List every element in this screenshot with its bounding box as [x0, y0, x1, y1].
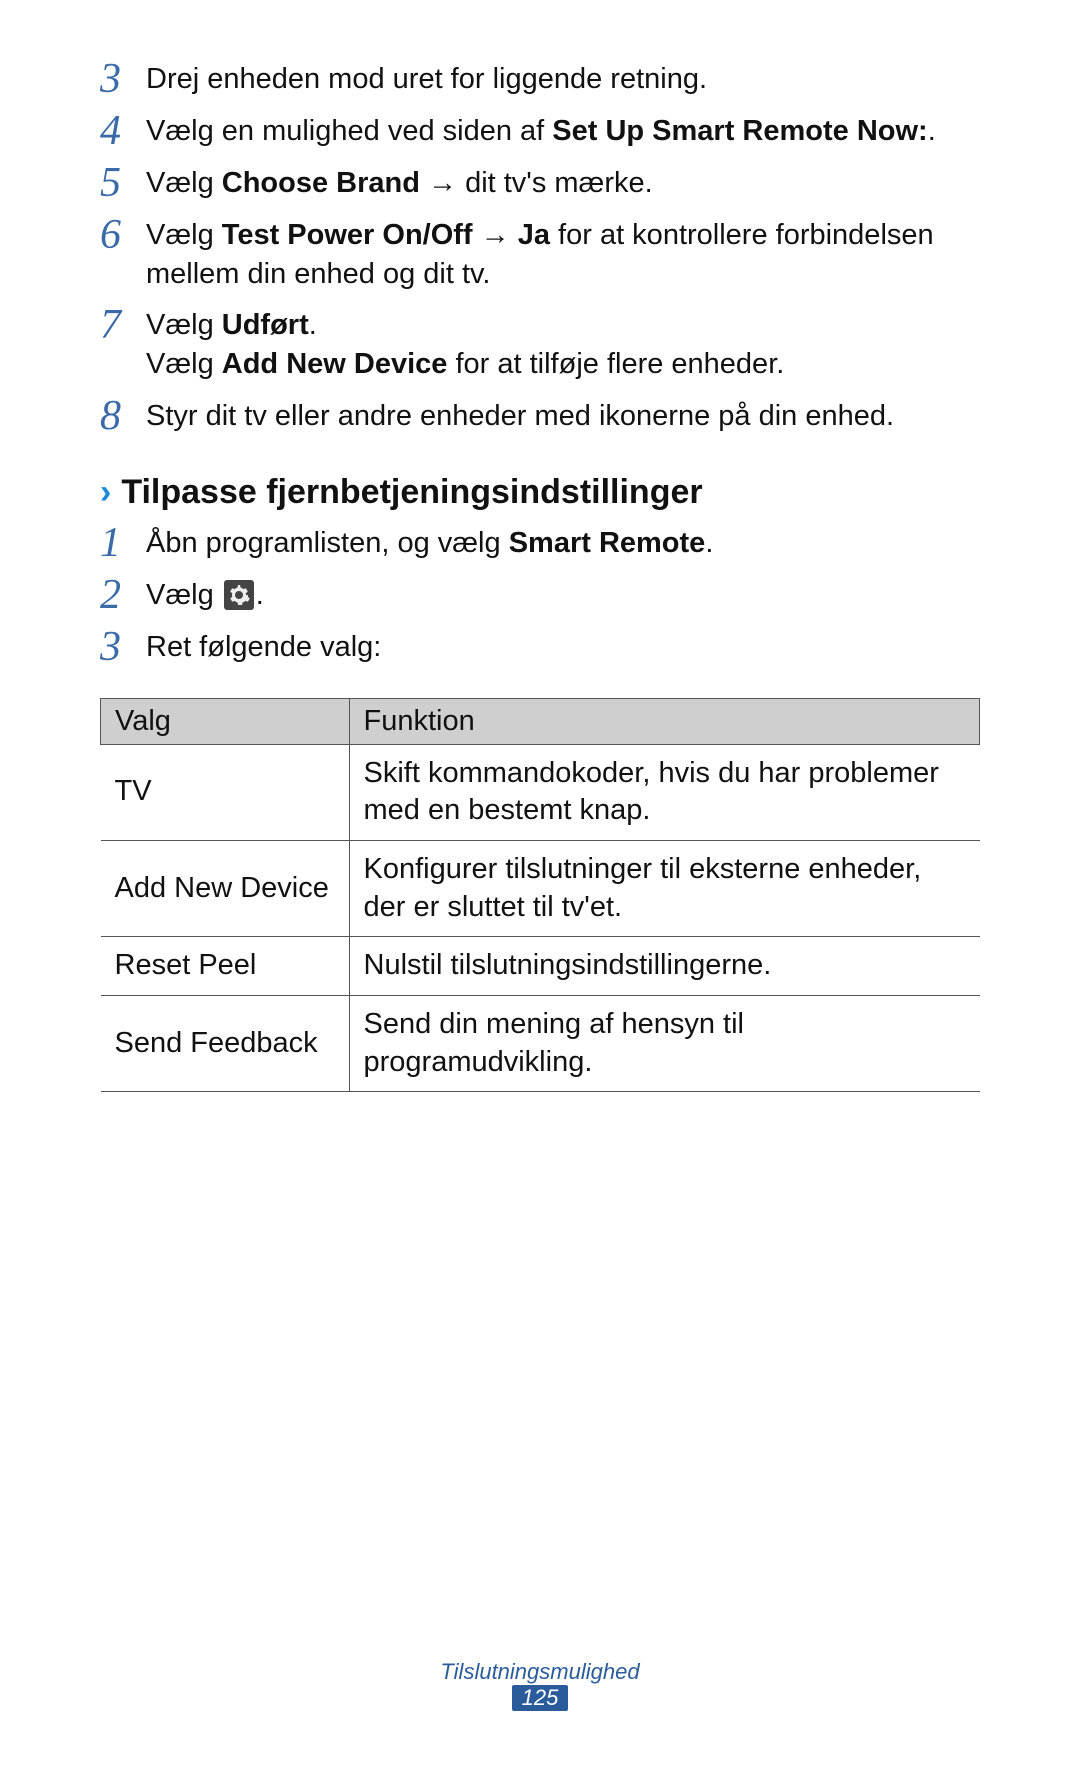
steps-group-a: 3Drej enheden mod uret for liggende retn…	[100, 58, 980, 437]
footer-page-number: 125	[512, 1685, 569, 1711]
section-title: Tilpasse fjernbetjeningsindstillinger	[121, 473, 702, 512]
settings-icon	[224, 580, 254, 610]
table-cell-funktion: Skift kommandokoder, hvis du har problem…	[349, 744, 980, 840]
table-header-funktion: Funktion	[349, 698, 980, 744]
step-text: Vælg .	[146, 574, 264, 615]
steps-group-b: 1Åbn programlisten, og vælg Smart Remote…	[100, 522, 980, 668]
table-row: Add New DeviceKonfigurer tilslutninger t…	[101, 840, 980, 936]
table-cell-funktion: Konfigurer tilslutninger til eksterne en…	[349, 840, 980, 936]
table-row: TVSkift kommandokoder, hvis du har probl…	[101, 744, 980, 840]
step-number: 8	[100, 395, 146, 437]
step: 2Vælg .	[100, 574, 980, 616]
table-cell-valg: Send Feedback	[101, 996, 350, 1092]
page-footer: Tilslutningsmulighed 125	[0, 1659, 1080, 1711]
step: 6Vælg Test Power On/Off → Ja for at kont…	[100, 214, 980, 294]
table-header-valg: Valg	[101, 698, 350, 744]
step-number: 7	[100, 304, 146, 346]
page: 3Drej enheden mod uret for liggende retn…	[0, 0, 1080, 1092]
step-text: Drej enheden mod uret for liggende retni…	[146, 58, 707, 99]
step-text: Vælg en mulighed ved siden af Set Up Sma…	[146, 110, 936, 151]
step-number: 6	[100, 214, 146, 256]
table-cell-funktion: Nulstil tilslutningsindstillingerne.	[349, 937, 980, 996]
table-cell-valg: Reset Peel	[101, 937, 350, 996]
step-text: Vælg Test Power On/Off → Ja for at kontr…	[146, 214, 980, 294]
step-number: 1	[100, 522, 146, 564]
step-text: Vælg Choose Brand → dit tv's mærke.	[146, 162, 653, 203]
options-table: Valg Funktion TVSkift kommandokoder, hvi…	[100, 698, 980, 1093]
step-number: 2	[100, 574, 146, 616]
step-text: Ret følgende valg:	[146, 626, 381, 667]
section-header: › Tilpasse fjernbetjeningsindstillinger	[100, 473, 980, 512]
step: 7Vælg Udført.Vælg Add New Device for at …	[100, 304, 980, 384]
step: 3Ret følgende valg:	[100, 626, 980, 668]
step: 3Drej enheden mod uret for liggende retn…	[100, 58, 980, 100]
step-number: 3	[100, 58, 146, 100]
footer-section-name: Tilslutningsmulighed	[0, 1659, 1080, 1685]
table-row: Reset PeelNulstil tilslutningsindstillin…	[101, 937, 980, 996]
step-text: Vælg Udført.Vælg Add New Device for at t…	[146, 304, 784, 384]
table-cell-valg: Add New Device	[101, 840, 350, 936]
step: 8Styr dit tv eller andre enheder med iko…	[100, 395, 980, 437]
chevron-right-icon: ›	[100, 475, 111, 509]
table-cell-funktion: Send din mening af hensyn til programudv…	[349, 996, 980, 1092]
table-row: Send FeedbackSend din mening af hensyn t…	[101, 996, 980, 1092]
step-number: 4	[100, 110, 146, 152]
step-number: 3	[100, 626, 146, 668]
step: 4Vælg en mulighed ved siden af Set Up Sm…	[100, 110, 980, 152]
table-cell-valg: TV	[101, 744, 350, 840]
step-text: Styr dit tv eller andre enheder med ikon…	[146, 395, 894, 436]
step-number: 5	[100, 162, 146, 204]
step: 1Åbn programlisten, og vælg Smart Remote…	[100, 522, 980, 564]
step: 5Vælg Choose Brand → dit tv's mærke.	[100, 162, 980, 204]
step-text: Åbn programlisten, og vælg Smart Remote.	[146, 522, 713, 563]
